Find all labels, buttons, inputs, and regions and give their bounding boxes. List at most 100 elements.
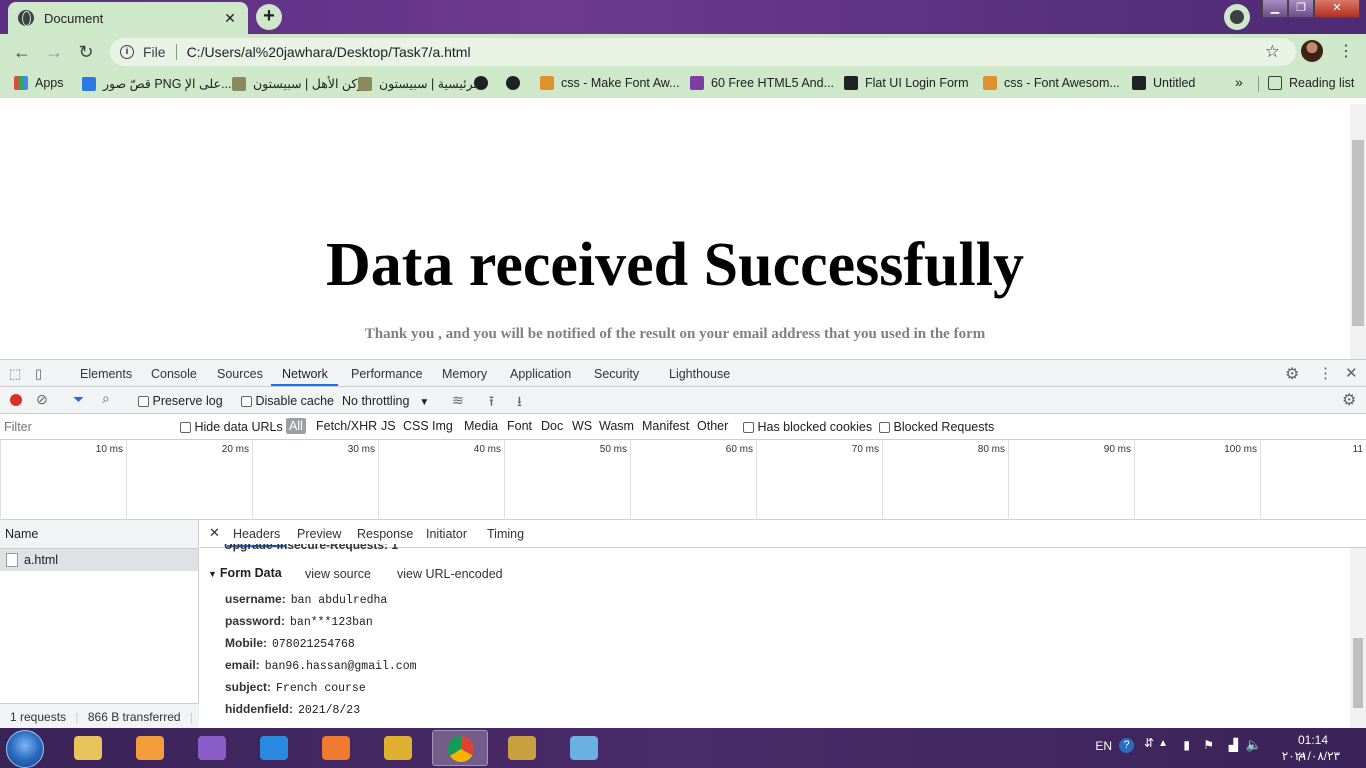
filter-input[interactable]: [4, 417, 164, 437]
detail-scrollbar-thumb[interactable]: [1353, 638, 1363, 708]
tab-headers[interactable]: Headers: [233, 527, 280, 541]
bookmark-item[interactable]: [506, 76, 527, 90]
type-filter-css[interactable]: CSS: [403, 419, 429, 433]
device-toggle-icon[interactable]: ▯: [35, 366, 42, 382]
tab-response[interactable]: Response: [357, 527, 413, 541]
volume-icon[interactable]: 🔈: [1246, 737, 1262, 753]
tab-security[interactable]: Security: [594, 367, 639, 381]
tab-document[interactable]: Document ✕: [8, 2, 248, 34]
search-icon[interactable]: ⌕: [102, 390, 110, 407]
form-data-section-header[interactable]: ▼ Form Data: [208, 566, 282, 580]
detail-scrollbar[interactable]: [1350, 548, 1366, 728]
checkbox-box[interactable]: [138, 396, 149, 408]
page-scrollbar[interactable]: [1350, 104, 1366, 360]
type-filter-all[interactable]: All: [286, 418, 306, 434]
profile-avatar[interactable]: [1301, 40, 1323, 62]
reading-list-button[interactable]: Reading list: [1268, 76, 1354, 90]
forward-button[interactable]: →: [42, 40, 66, 64]
type-filter-img[interactable]: Img: [432, 419, 453, 433]
bookmark-item[interactable]: [474, 76, 495, 90]
taskbar-app-explorer[interactable]: [60, 730, 116, 766]
help-icon[interactable]: ?: [1119, 738, 1134, 753]
close-detail-icon[interactable]: ✕: [209, 525, 220, 541]
close-window-button[interactable]: ✕: [1314, 0, 1360, 18]
table-row[interactable]: a.html: [0, 549, 198, 571]
devtools-settings-icon[interactable]: ⚙: [1285, 364, 1299, 384]
url-text[interactable]: C:/Users/al%20jawhara/Desktop/Task7/a.ht…: [187, 44, 471, 60]
tab-elements[interactable]: Elements: [80, 367, 132, 381]
bookmark-item[interactable]: Apps: [14, 76, 64, 90]
bookmark-item[interactable]: Flat UI Login Form: [844, 76, 969, 90]
taskbar-app-app-knot[interactable]: [370, 730, 426, 766]
type-filter-js[interactable]: JS: [381, 419, 396, 433]
address-bar[interactable]: i File C:/Users/al%20jawhara/Desktop/Tas…: [110, 38, 1296, 66]
tab-performance[interactable]: Performance: [351, 367, 423, 381]
tab-lighthouse[interactable]: Lighthouse: [669, 367, 730, 381]
bookmark-item[interactable]: Untitled: [1132, 76, 1195, 90]
info-icon[interactable]: i: [120, 45, 134, 59]
hide-data-urls-checkbox[interactable]: Hide data URLs: [180, 420, 283, 434]
type-filter-other[interactable]: Other: [697, 419, 728, 433]
taskbar-app-xampp[interactable]: [308, 730, 364, 766]
import-har-icon[interactable]: ⭱: [489, 391, 494, 415]
tab-sources[interactable]: Sources: [217, 367, 263, 381]
bookmark-star-icon[interactable]: ☆: [1265, 42, 1280, 62]
clear-icon[interactable]: ⊘: [36, 391, 48, 408]
bookmark-item[interactable]: الرئيسية | سبيستون: [358, 76, 481, 91]
record-icon[interactable]: [10, 394, 22, 406]
network-conditions-icon[interactable]: ≋: [452, 392, 464, 409]
tab-preview[interactable]: Preview: [297, 527, 341, 541]
bookmark-item[interactable]: css - Font Awesom...: [983, 76, 1120, 90]
checkbox-box[interactable]: [879, 422, 890, 434]
disable-cache-checkbox[interactable]: Disable cache: [241, 394, 334, 408]
language-indicator[interactable]: EN: [1095, 739, 1112, 753]
tab-application[interactable]: Application: [510, 367, 571, 381]
has-blocked-cookies-checkbox[interactable]: Has blocked cookies: [743, 420, 872, 434]
bookmark-item[interactable]: قصّ صور PNG على الإ...: [82, 76, 231, 91]
reload-button[interactable]: ↻: [74, 40, 98, 64]
tab-initiator[interactable]: Initiator: [426, 527, 467, 541]
type-filter-doc[interactable]: Doc: [541, 419, 563, 433]
type-filter-ws[interactable]: WS: [572, 419, 592, 433]
taskbar-app-media-player[interactable]: [122, 730, 178, 766]
tab-network[interactable]: Network: [282, 367, 328, 381]
type-filter-media[interactable]: Media: [464, 419, 498, 433]
network-overview-timeline[interactable]: 10 ms 20 ms 30 ms 40 ms 50 ms 60 ms 70 ms 80 ms…: [0, 440, 1366, 520]
throttling-select[interactable]: No throttling ▼: [342, 394, 429, 408]
type-filter-fetchxhr[interactable]: Fetch/XHR: [316, 419, 377, 433]
tab-console[interactable]: Console: [151, 367, 197, 381]
filter-icon[interactable]: ⏷: [73, 391, 84, 408]
ime-icon[interactable]: ⇵: [1144, 736, 1154, 750]
bookmark-item[interactable]: 60 Free HTML5 And...: [690, 76, 834, 90]
export-har-icon[interactable]: ⭳: [517, 391, 522, 415]
name-column-header[interactable]: Name: [0, 520, 198, 549]
view-source-link[interactable]: view source: [305, 567, 371, 581]
clock-date[interactable]: ٢٠٢١/٠٨/٢٣: [1282, 749, 1340, 763]
start-button[interactable]: [6, 730, 44, 768]
taskbar-app-vscode[interactable]: [246, 730, 302, 766]
minimize-button[interactable]: ▁: [1262, 0, 1288, 18]
preserve-log-checkbox[interactable]: Preserve log: [138, 394, 223, 408]
new-tab-button[interactable]: +: [256, 4, 282, 30]
view-url-encoded-link[interactable]: view URL-encoded: [397, 567, 503, 581]
type-filter-font[interactable]: Font: [507, 419, 532, 433]
back-button[interactable]: ←: [10, 40, 34, 64]
bookmark-item[interactable]: css - Make Font Aw...: [540, 76, 680, 90]
bookmark-item[interactable]: ركن الأهل | سبيستون: [232, 76, 363, 91]
tab-search-button[interactable]: [1224, 4, 1250, 30]
network-settings-icon[interactable]: ⚙: [1342, 390, 1356, 410]
taskbar-app-window-app[interactable]: [556, 730, 612, 766]
browser-menu-icon[interactable]: ⋮: [1338, 41, 1354, 61]
show-hidden-icons[interactable]: ▲: [1158, 738, 1168, 749]
taskbar-app-paint[interactable]: [494, 730, 550, 766]
maximize-button[interactable]: ❐: [1288, 0, 1314, 18]
network-signal-icon[interactable]: ▟: [1229, 738, 1238, 752]
devtools-close-icon[interactable]: ✕: [1345, 364, 1358, 382]
checkbox-box[interactable]: [241, 396, 252, 408]
checkbox-box[interactable]: [743, 422, 754, 434]
taskbar-app-visual-studio[interactable]: [184, 730, 240, 766]
page-scrollbar-thumb[interactable]: [1352, 140, 1364, 326]
tab-timing[interactable]: Timing: [487, 527, 524, 541]
tab-close-icon[interactable]: ✕: [222, 10, 238, 27]
tab-memory[interactable]: Memory: [442, 367, 487, 381]
